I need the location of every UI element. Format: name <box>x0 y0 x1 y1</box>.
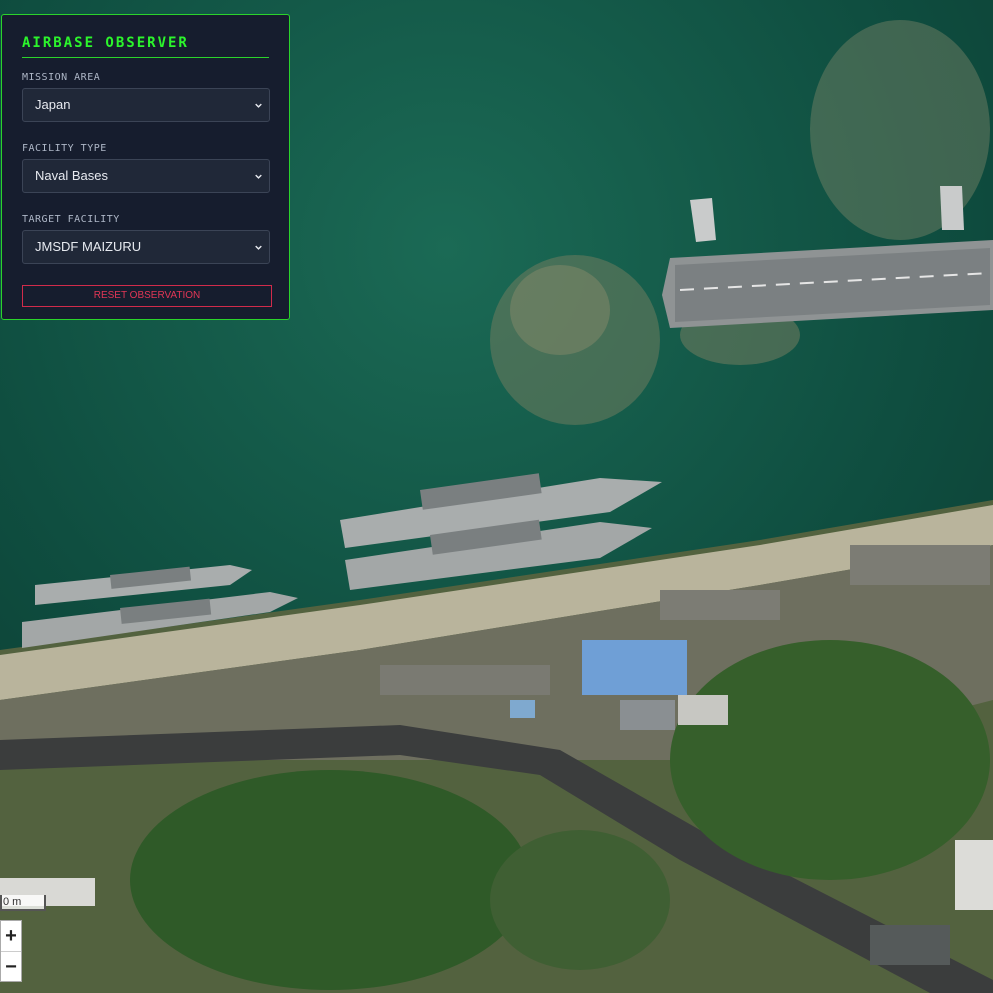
facility-type-select[interactable]: Naval Bases <box>22 159 270 193</box>
zoom-out-button[interactable]: − <box>1 952 21 982</box>
facility-type-label: FACILITY TYPE <box>22 143 107 154</box>
mission-area-select[interactable]: Japan <box>22 88 270 122</box>
mission-area-value: Japan <box>35 97 71 112</box>
chevron-down-icon <box>255 103 262 108</box>
target-facility-value: JMSDF MAIZURU <box>35 239 142 254</box>
control-panel: AIRBASE OBSERVER MISSION AREA Japan FACI… <box>1 14 290 320</box>
facility-type-value: Naval Bases <box>35 168 108 183</box>
scale-bar: 0 m <box>0 895 46 911</box>
chevron-down-icon <box>255 174 262 179</box>
zoom-in-button[interactable]: + <box>1 921 21 952</box>
chevron-down-icon <box>255 245 262 250</box>
panel-title: AIRBASE OBSERVER <box>22 35 269 58</box>
mission-area-label: MISSION AREA <box>22 72 101 83</box>
target-facility-label: TARGET FACILITY <box>22 214 120 225</box>
reset-observation-button[interactable]: RESET OBSERVATION <box>22 285 272 307</box>
target-facility-select[interactable]: JMSDF MAIZURU <box>22 230 270 264</box>
zoom-control: + − <box>0 920 22 982</box>
scale-label: 0 m <box>3 896 22 908</box>
